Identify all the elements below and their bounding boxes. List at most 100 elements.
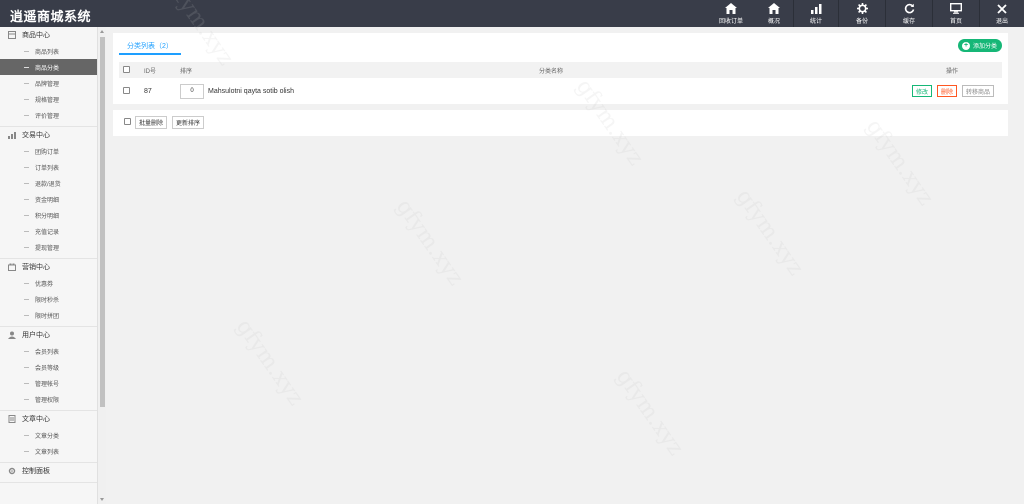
header-name: 分类名称: [539, 68, 564, 75]
sidebar-item[interactable]: 文章分类: [0, 427, 97, 443]
sidebar-item[interactable]: 品牌管理: [0, 75, 97, 91]
top-nav-logout[interactable]: 退出: [980, 0, 1024, 27]
sidebar-group-title: 交易中心: [22, 132, 50, 139]
tab-category-list[interactable]: 分类列表（2）: [119, 39, 181, 55]
scroll-up-arrow[interactable]: [100, 30, 104, 33]
row-checkbox[interactable]: [123, 86, 130, 96]
bar-chart-icon: [810, 2, 822, 15]
sidebar-group-header[interactable]: 控制面板: [0, 463, 97, 479]
top-nav-label: 缓存: [902, 19, 915, 25]
sidebar-item-label: 订单列表: [35, 165, 60, 172]
top-nav-label: 回收订单: [718, 19, 743, 25]
top-nav-stats[interactable]: 统计: [794, 0, 838, 27]
sidebar-item[interactable]: 管理帐号: [0, 375, 97, 391]
dash-icon: [24, 366, 29, 368]
top-nav-label: 概况: [767, 19, 780, 25]
sidebar-group: 营销中心优惠券限时秒杀限时拼团: [0, 259, 97, 327]
sidebar-item-label: 文章分类: [35, 433, 60, 440]
monitor-icon: [950, 2, 962, 15]
sidebar-group: 文章中心文章分类文章列表: [0, 411, 97, 463]
batch-delete-button[interactable]: 批量删除: [135, 116, 168, 129]
dash-icon: [24, 282, 29, 284]
dash-icon: [24, 50, 29, 52]
sidebar-item[interactable]: 文章列表: [0, 443, 97, 459]
sidebar-item-label: 充值记录: [35, 229, 60, 236]
dash-icon: [24, 98, 29, 100]
sidebar-item-label: 积分明细: [35, 213, 60, 220]
top-nav-recycle-orders[interactable]: 回收订单: [707, 0, 755, 27]
dash-icon: [24, 350, 29, 352]
sidebar-item[interactable]: 优惠券: [0, 275, 97, 291]
top-nav-backup[interactable]: 备份: [839, 0, 885, 27]
sidebar-group-header[interactable]: 文章中心: [0, 411, 97, 427]
sidebar-group-title: 文章中心: [22, 416, 50, 423]
sidebar-group-title: 用户中心: [22, 332, 50, 339]
table-header: ID号 排序 分类名称 操作: [119, 62, 1002, 78]
edit-button[interactable]: 修改: [912, 85, 933, 97]
sidebar-group-header[interactable]: 商品中心: [0, 27, 97, 43]
dash-icon: [24, 114, 29, 116]
header-sort: 排序: [180, 68, 193, 75]
row-name: Mahsulotni qayta sotib olish: [208, 87, 294, 95]
sidebar-item[interactable]: 积分明细: [0, 207, 97, 223]
watermark: gfym.xyz: [390, 194, 469, 291]
top-nav-overview[interactable]: 概况: [755, 0, 793, 27]
sort-input[interactable]: 0: [180, 83, 204, 99]
sidebar-group-header[interactable]: 交易中心: [0, 127, 97, 143]
sidebar-item[interactable]: 商品分类: [0, 59, 97, 75]
sidebar-group-title: 营销中心: [22, 264, 50, 271]
top-nav-home[interactable]: 首页: [933, 0, 979, 27]
scroll-down-arrow[interactable]: [100, 498, 104, 501]
sidebar-item-label: 管理权限: [35, 397, 60, 404]
sidebar-item-label: 品牌管理: [35, 81, 60, 88]
dash-icon: [24, 82, 29, 84]
sidebar-item[interactable]: 退款/退货: [0, 175, 97, 191]
update-sort-button[interactable]: 更新排序: [172, 116, 205, 129]
sidebar-item[interactable]: 资金明细: [0, 191, 97, 207]
sidebar-group-header[interactable]: 用户中心: [0, 327, 97, 343]
bottom-select-all-checkbox[interactable]: [124, 118, 131, 125]
sidebar-item[interactable]: 限时拼团: [0, 307, 97, 323]
sidebar-item[interactable]: 会员等级: [0, 359, 97, 375]
sidebar-item[interactable]: 限时秒杀: [0, 291, 97, 307]
sidebar-item-label: 规格管理: [35, 97, 60, 104]
home-icon: [725, 2, 737, 15]
sidebar-item[interactable]: 提现管理: [0, 239, 97, 255]
move-goods-button[interactable]: 转移商品: [961, 85, 994, 97]
sidebar-group: 用户中心会员列表会员等级管理帐号管理权限: [0, 327, 97, 411]
sidebar-item-label: 会员列表: [35, 349, 60, 356]
sidebar-item[interactable]: 充值记录: [0, 223, 97, 239]
sidebar-group-header[interactable]: 营销中心: [0, 259, 97, 275]
watermark: gfym.xyz: [730, 184, 809, 281]
sidebar-item[interactable]: 规格管理: [0, 91, 97, 107]
sidebar: 商品中心 商品列表 商品分类品牌管理规格管理评价管理交易中心团购订单订单列表退款/退…: [0, 27, 106, 504]
top-nav-label: 退出: [995, 19, 1008, 25]
scrollbar-thumb[interactable]: [100, 37, 105, 407]
sidebar-item[interactable]: 团购订单: [0, 143, 97, 159]
sidebar-group: 交易中心团购订单订单列表退款/退货 资金明细积分明细充值记录提现管理: [0, 127, 97, 259]
sidebar-item-label: 评价管理: [35, 113, 60, 120]
sidebar-item-label: 团购订单: [35, 149, 60, 156]
article-icon: [7, 415, 16, 424]
settings-icon: [7, 467, 16, 476]
sidebar-item[interactable]: 会员列表: [0, 343, 97, 359]
sidebar-item[interactable]: 评价管理: [0, 107, 97, 123]
sidebar-item-label: 限时秒杀: [35, 297, 60, 304]
dash-icon: [24, 230, 29, 232]
sidebar-item-label: 管理帐号: [35, 381, 60, 388]
sort-value[interactable]: 0: [180, 83, 204, 99]
delete-button[interactable]: 删除: [937, 85, 958, 97]
add-category-button[interactable]: + 添加分类: [957, 39, 1002, 52]
category-panel: 分类列表（2） + 添加分类 ID号 排序 分类名称 操作 87 0 Mahsu…: [113, 33, 1008, 104]
select-all-checkbox[interactable]: [123, 65, 130, 75]
dash-icon: [24, 298, 29, 300]
sidebar-item[interactable]: 管理权限: [0, 391, 97, 407]
row-id: 87: [144, 87, 152, 95]
sidebar-item[interactable]: 订单列表: [0, 159, 97, 175]
top-nav-cache[interactable]: 缓存: [886, 0, 932, 27]
dash-icon: [24, 434, 29, 436]
sidebar-scrollbar[interactable]: [97, 27, 106, 504]
dash-icon: [24, 450, 29, 452]
add-category-label: 添加分类: [972, 44, 997, 50]
sidebar-item[interactable]: 商品列表: [0, 43, 97, 59]
